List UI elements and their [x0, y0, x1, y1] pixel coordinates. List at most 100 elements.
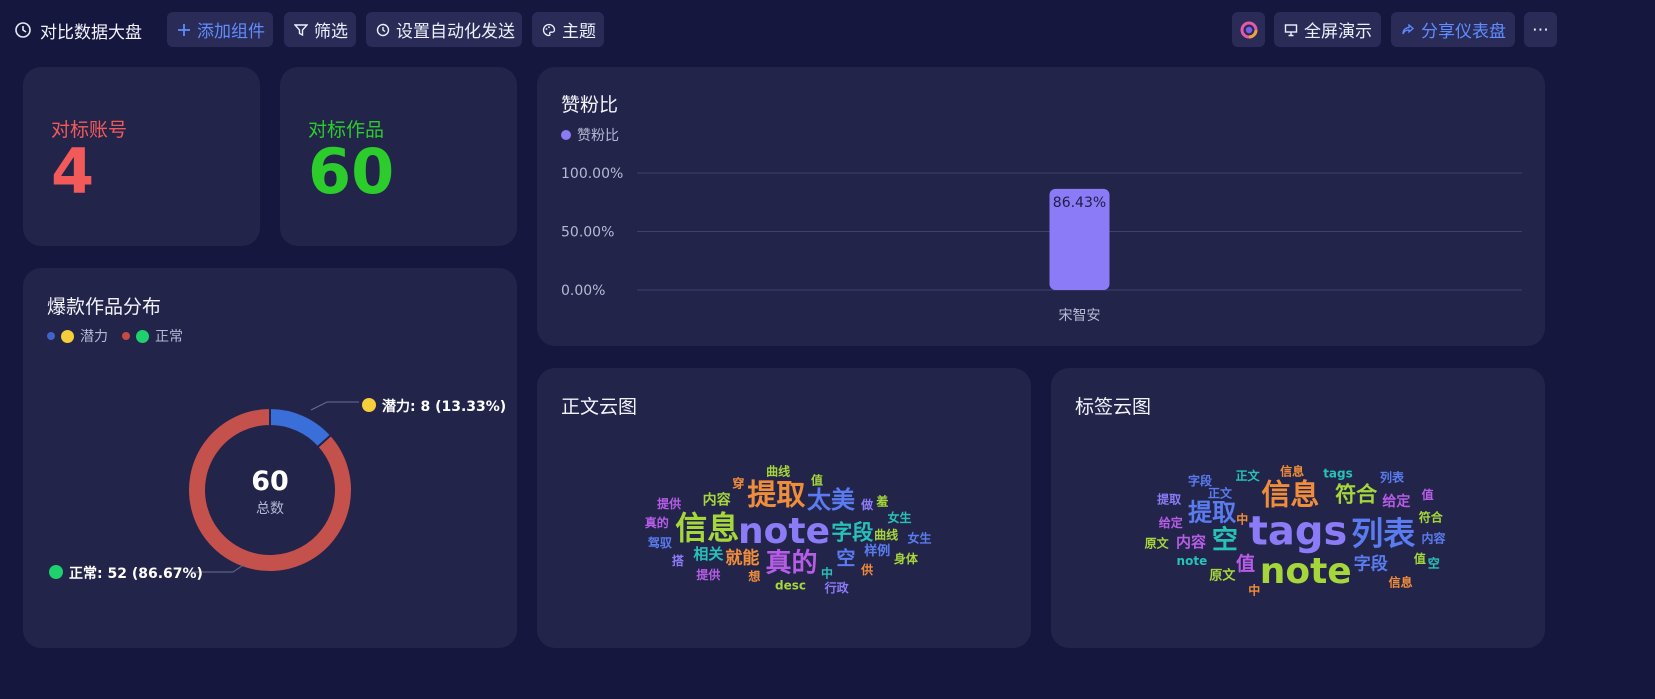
tag-cloud-word-22[interactable]: 原文 — [1145, 536, 1170, 551]
text-cloud-word-27[interactable]: 女生 — [908, 531, 932, 546]
tag-cloud-word-19[interactable]: 符合 — [1419, 509, 1444, 524]
text-cloud-word-16[interactable]: 想 — [747, 568, 760, 583]
donut-label-dot-normal — [49, 565, 63, 579]
filter-button[interactable]: 筛选 — [284, 12, 356, 47]
wordcloud-text: note信息提取真的太美字段空就能相关内容样例做曲线女生中desc想穿 值羞提供供… — [645, 463, 932, 595]
donut-label-potential: 潜力: 8 (13.33%) — [382, 398, 506, 415]
bar-chart: 0.00% 50.00% 100.00% 86.43% 宋智安 — [561, 166, 1522, 324]
clock-send-icon — [376, 23, 390, 36]
filter-icon — [294, 23, 308, 36]
text-cloud-word-10[interactable]: 样例 — [864, 543, 890, 559]
text-cloud-word-11[interactable]: 做 — [860, 497, 874, 512]
wordcloud-tags: tagsnote列表信息空提取符合值 字段内容给定原文正文中note给定正文 信息 t… — [1145, 463, 1446, 598]
tag-cloud-word-28[interactable]: 信息 — [1389, 575, 1413, 590]
donut-center-label: 总数 — [256, 501, 284, 517]
filter-label: 筛选 — [314, 22, 348, 42]
tag-cloud-word-15[interactable]: 给定 — [1159, 515, 1183, 530]
text-cloud-word-24[interactable]: 真的 — [645, 515, 669, 530]
text-cloud-word-6[interactable]: 空 — [836, 546, 855, 569]
tag-cloud-word-16[interactable]: 正文 — [1236, 468, 1261, 483]
text-cloud-word-3[interactable]: 真的 — [765, 547, 817, 578]
text-cloud-word-17[interactable]: 穿 — [732, 476, 744, 491]
tag-cloud-word-24[interactable]: 字段 — [1188, 473, 1213, 488]
text-cloud-word-4[interactable]: 太美 — [807, 486, 855, 514]
tag-cloud-word-13[interactable]: 中 — [1236, 512, 1248, 527]
presentation-icon — [1284, 23, 1298, 36]
tag-cloud-word-6[interactable]: 符合 — [1335, 482, 1378, 506]
tag-cloud-word-27[interactable]: 值 — [1422, 487, 1434, 502]
tag-cloud-word-11[interactable]: 原文 — [1209, 567, 1236, 583]
fullscreen-button[interactable]: 全屏演示 — [1274, 12, 1381, 47]
body-text-wordcloud-card: 正文云图 note 信息 提取 真的 太美 字段空就能 相关 内容 样例做曲线 女生中 desc 想穿… — [537, 368, 1031, 648]
text-cloud-word-7[interactable]: 就能 — [725, 548, 759, 569]
donut-label-dot-potential — [362, 398, 376, 412]
more-button[interactable]: ⋯ — [1524, 12, 1557, 47]
tag-cloud-word-18[interactable]: tags — [1323, 467, 1353, 481]
tag-cloud-word-0[interactable]: tags — [1249, 508, 1348, 554]
tag-cloud-word-2[interactable]: 列表 — [1351, 515, 1415, 553]
tag-cloud-word-3[interactable]: 信息 — [1261, 477, 1319, 511]
text-cloud-word-1[interactable]: 信息 — [675, 509, 739, 547]
y-tick-label-0: 0.00% — [561, 283, 605, 299]
theme-button[interactable]: 主题 — [532, 12, 604, 47]
donut-label-normal: 正常: 52 (86.67%) — [69, 565, 203, 582]
kpi-value-accounts: 4 — [51, 135, 95, 208]
share-button[interactable]: 分享仪表盘 — [1391, 12, 1515, 47]
kpi-card-accounts: 对标账号 4 — [23, 67, 260, 246]
tag-cloud-word-5[interactable]: 提取 — [1188, 498, 1236, 526]
add-widget-label: 添加组件 — [197, 22, 265, 42]
tag-cloud-word-17[interactable]: 信息 — [1280, 463, 1304, 478]
donut-chart: 潜力: 8 (13.33%) 正常: 52 (86.67%) 60 总数 — [49, 398, 506, 582]
add-widget-button[interactable]: 添加组件 — [167, 12, 273, 47]
fullscreen-label: 全屏演示 — [1304, 22, 1372, 42]
hit-works-distribution-card: 爆款作品分布 潜力 正常 潜力: 8 (13.33%) 正常: 52 (86.6… — [23, 268, 517, 648]
theme-label: 主题 — [562, 22, 596, 42]
text-cloud-word-22[interactable]: 搭 — [672, 553, 685, 568]
tag-cloud-word-20[interactable]: 内容 — [1422, 531, 1446, 546]
tag-cloud-word-14[interactable]: note — [1177, 554, 1208, 568]
tag-cloud-word-10[interactable]: 给定 — [1382, 493, 1410, 510]
assistant-orb-icon — [1240, 21, 1257, 38]
assistant-button[interactable] — [1232, 12, 1265, 47]
text-cloud-word-5[interactable]: 字段 — [831, 521, 873, 545]
text-cloud-word-18[interactable]: 值 — [811, 473, 823, 488]
plus-icon — [178, 23, 190, 36]
auto-send-button[interactable]: 设置自动化发送 — [366, 12, 522, 47]
top-bar: 对比数据大盘 添加组件 筛选 设置自动化发送 主题 全屏演示 分享仪表盘 ⋯ — [0, 0, 1655, 58]
dashboard-title-text: 对比数据大盘 — [40, 22, 142, 43]
bar-value-label-0: 86.43% — [1053, 195, 1106, 211]
text-cloud-word-9[interactable]: 内容 — [703, 491, 731, 508]
tag-cloud-word-1[interactable]: note — [1260, 551, 1352, 592]
more-icon: ⋯ — [1532, 19, 1549, 40]
tag-cloud-word-4[interactable]: 空 — [1212, 525, 1238, 556]
text-cloud-word-12[interactable]: 曲线 — [874, 527, 898, 542]
tag-cloud-word-29[interactable]: 空 — [1428, 556, 1440, 571]
share-icon — [1402, 23, 1414, 34]
tag-cloud-word-9[interactable]: 内容 — [1176, 533, 1206, 551]
share-label: 分享仪表盘 — [1421, 22, 1506, 42]
text-cloud-word-20[interactable]: 提供 — [696, 567, 720, 582]
tag-cloud-word-25[interactable]: 列表 — [1380, 469, 1405, 484]
text-cloud-word-13[interactable]: 女生 — [888, 510, 912, 525]
text-cloud-word-25[interactable]: 提供 — [657, 496, 681, 511]
tag-cloud-word-26[interactable]: 中 — [1248, 583, 1260, 598]
text-cloud-word-19[interactable]: 羞 — [875, 493, 888, 508]
text-cloud-word-28[interactable]: 身体 — [894, 551, 919, 566]
tag-cloud-word-21[interactable]: 值 — [1414, 551, 1426, 566]
tag-cloud-word-23[interactable]: 提取 — [1157, 491, 1181, 506]
text-cloud-word-14[interactable]: 中 — [821, 565, 833, 580]
text-cloud-word-23[interactable]: 驾驭 — [647, 535, 673, 550]
text-cloud-word-8[interactable]: 相关 — [693, 545, 723, 563]
donut-slice-0[interactable] — [269, 406, 333, 449]
tag-wordcloud-card: 标签云图 tags note 列表 信息空提取 符合值字段 内容 给定 原文 正文中 note 给定… — [1051, 368, 1545, 648]
text-cloud-word-26[interactable]: 曲线 — [766, 463, 790, 478]
text-cloud-word-15[interactable]: desc — [775, 578, 806, 592]
like-fan-ratio-card: 赞粉比 赞粉比 0.00% 50.00% 100.00% 86.43% 宋智安 — [537, 67, 1545, 346]
kpi-value-works: 60 — [308, 135, 395, 208]
text-cloud-word-21[interactable]: 供 — [860, 562, 873, 577]
tag-cloud-word-7[interactable]: 值 — [1236, 552, 1255, 575]
text-cloud-word-29[interactable]: 行政 — [824, 580, 850, 595]
text-cloud-word-2[interactable]: 提取 — [747, 477, 805, 511]
text-cloud-word-0[interactable]: note — [738, 511, 830, 552]
tag-cloud-word-8[interactable]: 字段 — [1354, 554, 1388, 575]
